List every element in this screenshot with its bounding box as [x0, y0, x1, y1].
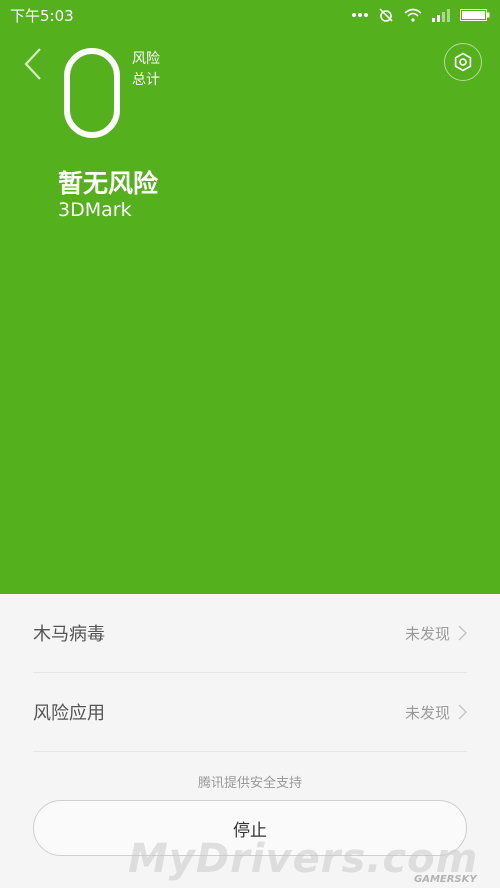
- result-label: 木马病毒: [33, 624, 105, 645]
- battery-icon: [460, 9, 490, 21]
- result-row-trojan[interactable]: 木马病毒 未发现: [33, 594, 467, 673]
- alarm-icon: [379, 8, 393, 22]
- scan-result-header: 下午5:03 风险 总计 暂无风险 3DMark: [0, 0, 500, 594]
- risk-label-line1: 风险: [132, 51, 160, 67]
- wifi-icon: [404, 8, 422, 22]
- chevron-right-icon: [458, 625, 467, 641]
- result-label: 风险应用: [33, 703, 105, 724]
- scan-result-list: 木马病毒 未发现 风险应用 未发现: [33, 594, 467, 752]
- scan-status-headline: 暂无风险: [58, 169, 159, 198]
- signal-icon: [432, 9, 450, 22]
- result-status: 未发现: [404, 703, 450, 722]
- risk-count: [64, 48, 120, 138]
- result-right: 未发现: [405, 623, 467, 644]
- status-time: 下午5:03: [10, 6, 74, 25]
- watermark-sub: GAMERSKY: [414, 874, 477, 885]
- chevron-left-icon: [24, 48, 41, 80]
- more-dots-icon: [352, 13, 368, 17]
- settings-button[interactable]: [444, 43, 482, 81]
- risk-label-line2: 总计: [132, 72, 160, 88]
- gear-icon: [454, 52, 472, 72]
- security-provider-note: 腾讯提供安全支持: [197, 776, 302, 791]
- result-status: 未发现: [404, 624, 450, 643]
- status-icons: [352, 7, 490, 23]
- scanned-app-name: 3DMark: [58, 199, 132, 221]
- risk-label: 风险 总计: [132, 49, 160, 91]
- back-button[interactable]: [22, 46, 46, 82]
- result-right: 未发现: [405, 702, 467, 723]
- result-row-risk-apps[interactable]: 风险应用 未发现: [33, 673, 467, 752]
- status-bar: 下午5:03: [0, 0, 500, 30]
- chevron-right-icon: [458, 704, 467, 720]
